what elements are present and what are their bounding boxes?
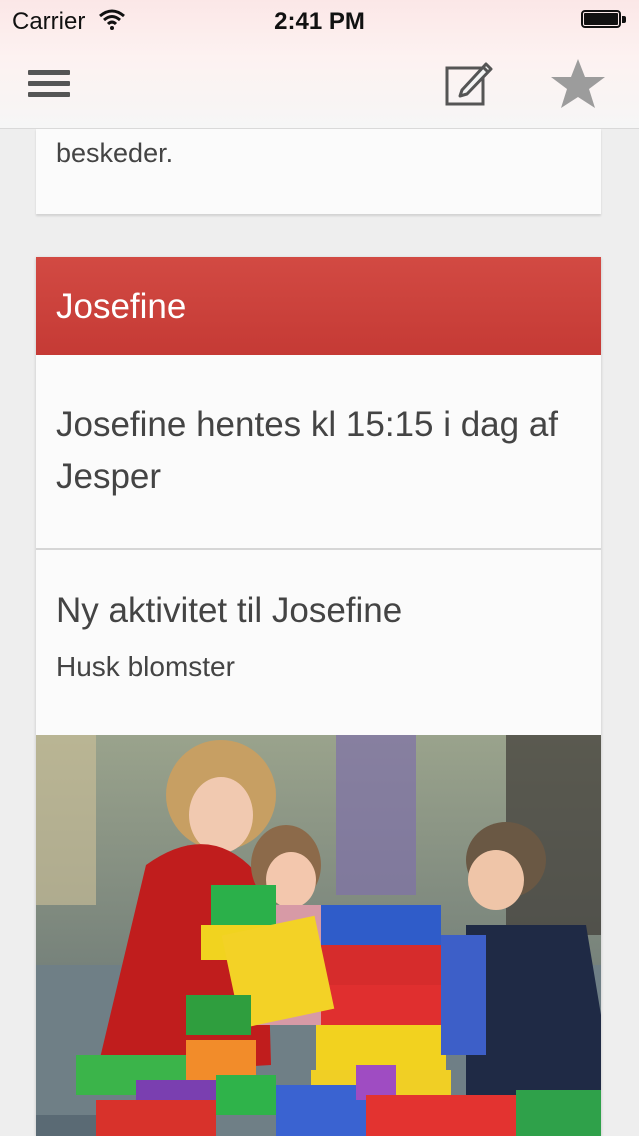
child-card: Josefine Josefine hentes kl 15:15 i dag …: [36, 257, 601, 1136]
status-bar: Carrier 2:41 PM: [0, 0, 639, 40]
child-name: Josefine: [56, 287, 187, 326]
navigation-bar: [0, 40, 639, 128]
compose-edit-icon: [445, 62, 493, 106]
previous-message-text: beskeder.: [56, 138, 174, 168]
activity-item[interactable]: Ny aktivitet til Josefine Husk blomster: [36, 549, 601, 735]
previous-message-card[interactable]: beskeder.: [36, 128, 601, 214]
favorite-button[interactable]: [548, 56, 608, 112]
message-body: Josefine hentes kl 15:15 i dag af Jesper: [56, 405, 559, 496]
activity-subtitle: Husk blomster: [56, 651, 235, 682]
activity-photo: [36, 735, 601, 1136]
activity-title: Ny aktivitet til Josefine: [56, 591, 403, 630]
star-icon: [551, 59, 605, 108]
child-card-header[interactable]: Josefine: [36, 257, 601, 355]
clock: 2:41 PM: [274, 8, 365, 35]
app-header: Carrier 2:41 PM: [0, 0, 639, 129]
compose-button[interactable]: [440, 56, 496, 112]
menu-button[interactable]: [28, 70, 74, 100]
message-item[interactable]: Josefine hentes kl 15:15 i dag af Jesper: [36, 355, 601, 550]
hamburger-menu-icon: [28, 70, 70, 75]
battery-icon: [581, 10, 627, 30]
